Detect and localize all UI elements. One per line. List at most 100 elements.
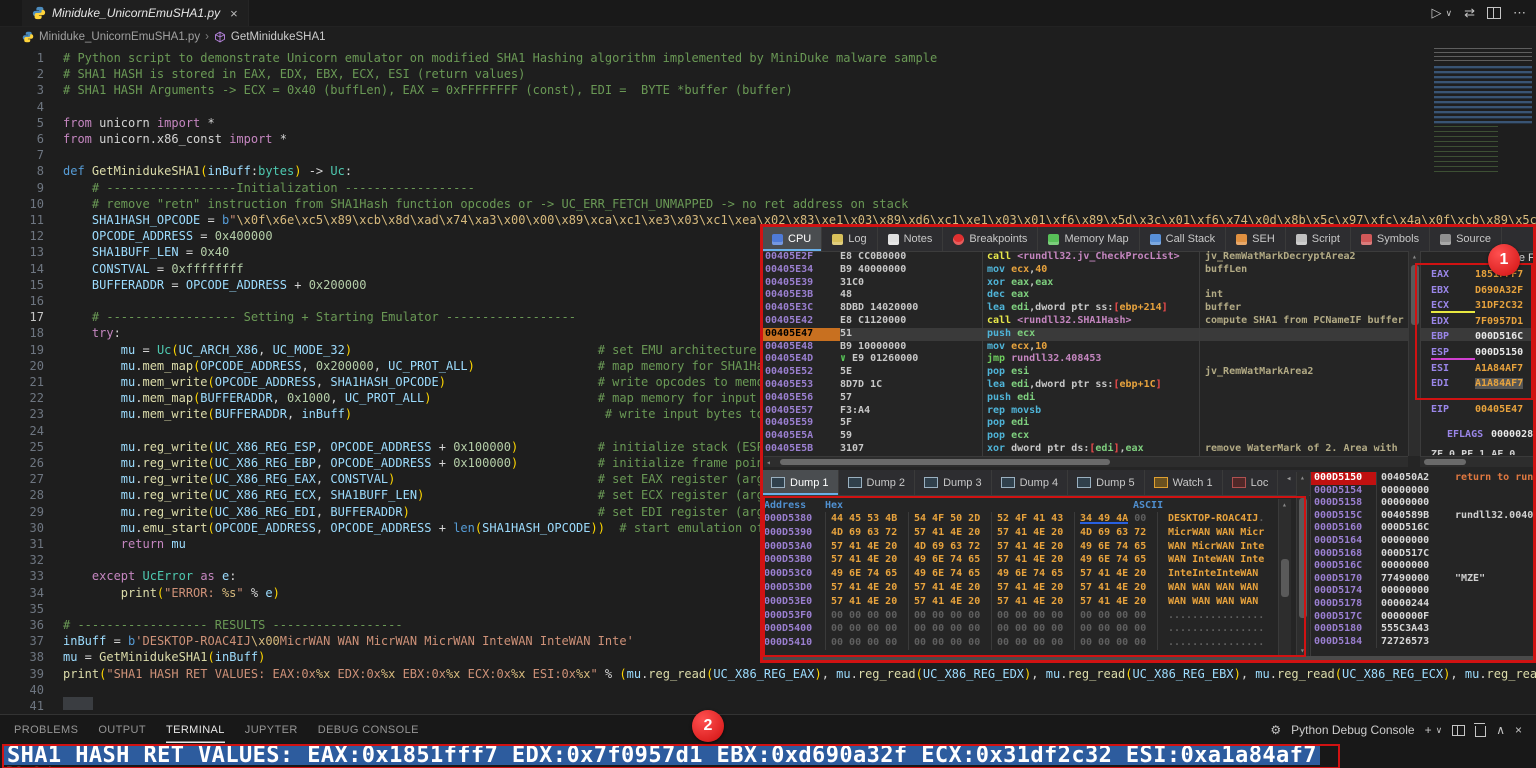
dump-tab-watch-1[interactable]: Watch 1 [1145,470,1223,495]
run-dropdown-chevron-icon[interactable]: ∨ [1446,8,1453,19]
code-line[interactable]: 7 [0,147,1536,163]
code-line[interactable]: 3 # SHA1 HASH Arguments -> ECX = 0x40 (bu… [0,82,1536,98]
stack-row[interactable]: 000D5154 00000000 [1311,484,1536,498]
editor-actions: ▷ ∨ ⇄ ⋯ [1432,0,1527,26]
terminal-output-line[interactable]: SHA1 HASH RET VALUES: EAX:0x1851fff7 EDX… [4,745,1320,767]
registers-panel[interactable]: Hide FPU EAX1851FFF7EBXD690A32FECX31DF2C… [1420,251,1536,456]
debugger-tab-notes[interactable]: Notes [878,227,944,251]
dump-row[interactable]: 000D53F0 00 00 00 00 00 00 00 00 00 00 00 0… [764,608,1277,623]
tab-close-icon[interactable]: × [230,6,238,21]
terminal-profile-label[interactable]: Python Debug Console [1291,723,1414,737]
code-line[interactable]: 4 [0,99,1536,115]
dump-tab-dump-2[interactable]: Dump 2 [839,470,916,495]
debugger-tab-symbols[interactable]: Symbols [1351,227,1431,251]
dump-scrollbar[interactable]: ▴ [1278,499,1291,656]
stack-row[interactable]: 000D5164 00000000 [1311,534,1536,548]
kill-terminal-icon[interactable] [1474,722,1487,737]
dump-tab-dump-3[interactable]: Dump 3 [915,470,992,495]
register-row-ebp[interactable]: EBP 000D516C [1431,329,1523,344]
stack-row[interactable]: 000D5160 000D516C [1311,522,1536,535]
new-terminal-icon[interactable]: + [1425,723,1432,737]
dump-row[interactable]: 000D5390 4D 69 63 72 57 41 4E 20 57 41 4E 2… [764,525,1277,540]
code-line[interactable]: 8 def GetMinidukeSHA1(inBuff:bytes) -> Uc… [0,163,1536,179]
register-row-eip[interactable]: EIP 00405E47 [1431,402,1523,417]
debugger-tab-cpu[interactable]: CPU [762,227,823,251]
register-row-ebx[interactable]: EBX D690A32F [1431,283,1523,298]
debugger-tab-breakpoints[interactable]: Breakpoints [943,227,1039,251]
dump-row[interactable]: 000D53C0 49 6E 74 65 49 6E 74 65 49 6E 74 6… [764,567,1277,581]
code-line[interactable]: 1 # Python script to demonstrate Unicorn … [0,50,1536,66]
hex-dump-panel[interactable]: Address Hex ASCII 000D5380 44 45 53 4B 54 4F … [764,499,1277,656]
split-editor-icon[interactable] [1487,7,1501,19]
breadcrumb-file[interactable]: Miniduke_UnicornEmuSHA1.py [39,31,200,43]
code-line[interactable]: 41 [0,698,1536,714]
run-mode-icon[interactable]: ⇄ [1464,5,1475,21]
stack-row[interactable]: 000D5150 004050A2 return to rund [1311,472,1536,485]
dump-tab-loc[interactable]: Loc [1223,470,1279,495]
stack-row[interactable]: 000D5184 72726573 [1311,635,1536,649]
debugger-tab-memory-map[interactable]: Memory Map [1038,227,1140,251]
dump-row[interactable]: 000D53B0 57 41 4E 20 49 6E 74 65 57 41 4E 2… [764,553,1277,568]
stack-row[interactable]: 000D5170 77490000 "MZÉ" [1311,572,1536,586]
code-line[interactable]: 11 SHA1HASH_OPCODE = b"\x0f\x6e\xc5\x89\… [0,212,1536,228]
dump-tab-dump-4[interactable]: Dump 4 [992,470,1069,495]
stack-row[interactable]: 000D516C 00000000 [1311,560,1536,573]
registers-hscrollbar[interactable] [1420,456,1536,467]
panel-tab-problems[interactable]: PROBLEMS [14,717,78,743]
line-number: 26 [29,456,44,470]
tab-miniduke-file[interactable]: Miniduke_UnicornEmuSHA1.py × [22,0,249,26]
register-row-esp[interactable]: ESP 000D5150 [1431,345,1523,360]
panel-tab-jupyter[interactable]: JUPYTER [245,717,298,743]
panel-tab-terminal[interactable]: TERMINAL [166,717,225,743]
code-line[interactable]: 2 # SHA1 HASH is stored in EAX, EDX, EBX,… [0,66,1536,82]
debugger-tab-script[interactable]: Script [1286,227,1351,251]
stack-row[interactable]: 000D5168 000D517C [1311,547,1536,561]
stack-row[interactable]: 000D5158 00000000 [1311,497,1536,510]
dump-row[interactable]: 000D5380 44 45 53 4B 54 4F 50 2D 52 4F 41 4… [764,512,1277,526]
code-line[interactable]: 6 from unicorn.x86_const import * [0,131,1536,147]
code-line[interactable]: 9 # ------------------Initialization ---… [0,180,1536,196]
close-panel-icon[interactable]: × [1515,723,1522,737]
dump-row[interactable]: 000D5410 00 00 00 00 00 00 00 00 00 00 00 0… [764,636,1277,650]
stack-row[interactable]: 000D5178 00000244 [1311,597,1536,611]
register-row-edx[interactable]: EDX 7F0957D1 [1431,314,1523,329]
stack-row[interactable]: 000D5180 555C3A43 [1311,623,1536,636]
code-line[interactable]: 39 print("SHA1 HASH RET VALUES: EAX:0x%x … [0,666,1536,682]
line-number: 40 [29,682,44,697]
panel-tab-debug-console[interactable]: DEBUG CONSOLE [318,717,419,743]
dump-tab-dump-5[interactable]: Dump 5 [1068,470,1145,495]
disasm-hscrollbar[interactable]: ◂ [764,456,1408,467]
stack-row[interactable]: 000D515C0040589Brundll32.0040589B [1311,509,1536,523]
terminal-dropdown-icon[interactable]: ∨ [1436,725,1443,736]
dump-row[interactable]: 000D53A0 57 41 4E 20 4D 69 63 72 57 41 4E 2… [764,539,1277,554]
dump-row[interactable]: 000D53D0 57 41 4E 20 57 41 4E 20 57 41 4E 2… [764,580,1277,595]
tab-label: Miniduke_UnicornEmuSHA1.py [52,6,221,20]
stack-row[interactable]: 000D517C 0000000F [1311,610,1536,624]
code-line[interactable]: 5 from unicorn import * [0,115,1536,131]
debugger-tab-source[interactable]: Source [1430,227,1502,251]
maximize-panel-icon[interactable]: ∧ [1496,723,1505,737]
dump-tab-dump-1[interactable]: Dump 1 [762,470,839,495]
code-line[interactable]: 40 [0,682,1536,698]
debugger-tab-call-stack[interactable]: Call Stack [1140,227,1227,251]
python-icon [32,6,46,20]
dump-row[interactable]: 000D5400 00 00 00 00 00 00 00 00 00 00 00 0… [764,622,1277,637]
stack-panel[interactable]: 000D5150 004050A2 return to rund 000D5154 00… [1310,472,1536,656]
code-line[interactable]: 10 # remove "retn" instruction from SHA1… [0,196,1536,212]
register-row-eflags[interactable]: EFLAGS 00000286 [1431,427,1536,442]
debugger-tab-seh[interactable]: SEH [1226,227,1286,251]
register-row-edi[interactable]: EDI A1A84AF7 [1431,376,1524,391]
more-actions-icon[interactable]: ⋯ [1513,5,1526,21]
stack-row[interactable]: 000D5174 00000000 [1311,585,1536,598]
line-number: 28 [29,488,44,503]
stack-scrollbar[interactable]: ▴ ▾ [1296,472,1309,656]
panel-tab-output[interactable]: OUTPUT [98,717,146,743]
register-row-ecx[interactable]: ECX 31DF2C32 [1431,298,1523,313]
register-row-esi[interactable]: ESI A1A84AF7 [1431,361,1523,376]
dump-row[interactable]: 000D53E0 57 41 4E 20 57 41 4E 20 57 41 4E 2… [764,594,1277,609]
breadcrumb-symbol[interactable]: GetMinidukeSHA1 [231,31,326,43]
run-python-icon[interactable]: ▷ [1432,5,1442,21]
debugger-tab-log[interactable]: Log [822,227,878,251]
split-terminal-icon[interactable] [1452,724,1466,736]
minimap[interactable] [1430,48,1536,218]
